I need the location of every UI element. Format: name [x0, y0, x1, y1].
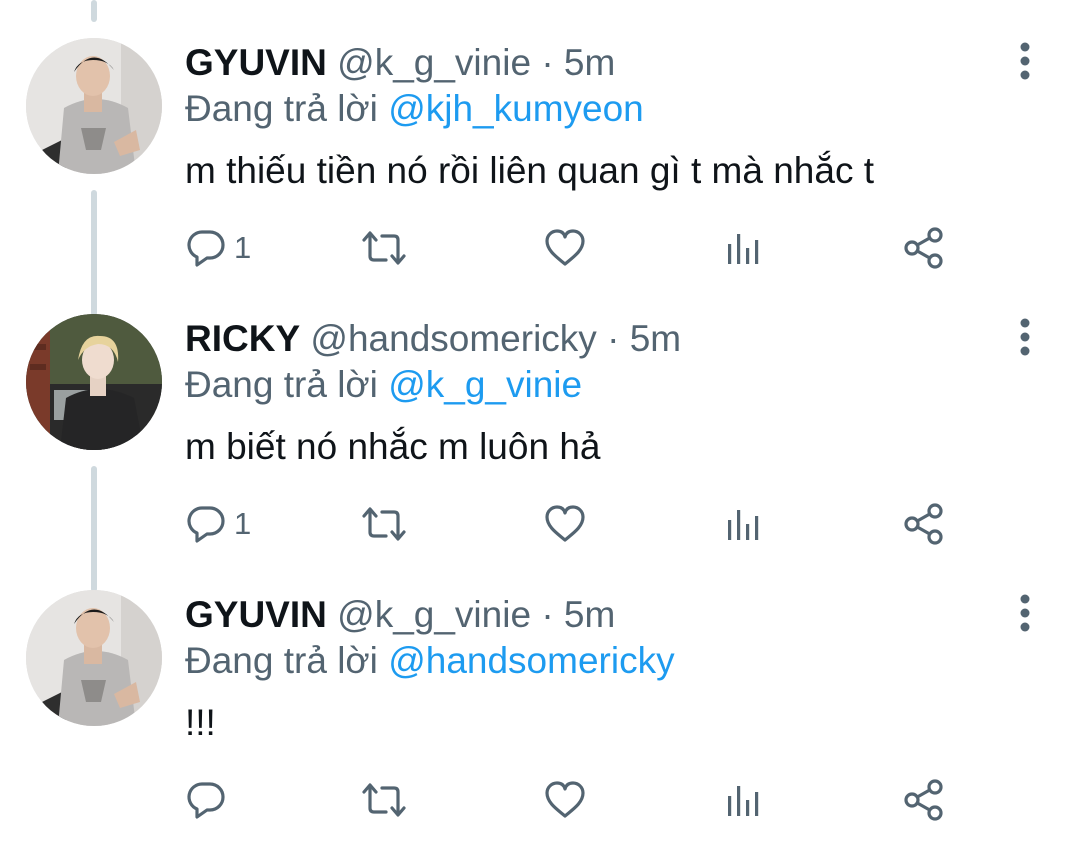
share-icon: [902, 226, 946, 270]
replying-to: Đang trả lời @k_g_vinie: [185, 362, 582, 408]
separator: ·: [541, 42, 554, 83]
reply-count: 1: [234, 506, 252, 541]
timestamp[interactable]: 5m: [564, 594, 615, 635]
more-icon[interactable]: [1008, 42, 1042, 80]
views-icon: [724, 504, 764, 544]
replying-to: Đang trả lời @handsomericky: [185, 638, 675, 684]
reply-icon: [186, 228, 226, 268]
retweet-icon: [360, 504, 408, 544]
replying-to: Đang trả lời @kjh_kumyeon: [185, 86, 644, 132]
share-button[interactable]: [902, 778, 946, 822]
like-button[interactable]: [544, 778, 586, 822]
display-name[interactable]: GYUVIN: [185, 594, 327, 635]
more-icon[interactable]: [1008, 318, 1042, 356]
like-button[interactable]: [544, 502, 586, 546]
tweet-header: RICKY @handsomericky · 5m: [185, 316, 681, 362]
reply-icon: [186, 780, 226, 820]
retweet-button[interactable]: [360, 502, 408, 546]
share-button[interactable]: [902, 226, 946, 270]
tweet[interactable]: GYUVIN @k_g_vinie · 5m Đang trả lời @han…: [0, 552, 1080, 828]
timestamp[interactable]: 5m: [630, 318, 681, 359]
like-icon: [544, 504, 586, 544]
avatar[interactable]: [26, 590, 162, 726]
tweet[interactable]: RICKY @handsomericky · 5m Đang trả lời @…: [0, 276, 1080, 552]
timestamp[interactable]: 5m: [564, 42, 615, 83]
views-icon: [724, 228, 764, 268]
handle[interactable]: @k_g_vinie: [337, 42, 531, 83]
like-icon: [544, 228, 586, 268]
separator: ·: [541, 594, 554, 635]
avatar[interactable]: [26, 314, 162, 450]
avatar[interactable]: [26, 38, 162, 174]
tweet-header: GYUVIN @k_g_vinie · 5m: [185, 592, 615, 638]
views-button[interactable]: [724, 778, 764, 822]
separator: ·: [607, 318, 620, 359]
tweet[interactable]: GYUVIN @k_g_vinie · 5m Đang trả lời @kjh…: [0, 0, 1080, 276]
like-button[interactable]: [544, 226, 586, 270]
tweet-text: m thiếu tiền nó rồi liên quan gì t mà nh…: [185, 150, 875, 191]
replying-prefix: Đang trả lời: [185, 640, 378, 681]
action-bar: [0, 778, 1080, 822]
action-bar: 1: [0, 502, 1080, 546]
views-button[interactable]: [724, 502, 764, 546]
tweet-header: GYUVIN @k_g_vinie · 5m: [185, 40, 615, 86]
replying-mention[interactable]: @kjh_kumyeon: [388, 88, 644, 129]
share-button[interactable]: [902, 502, 946, 546]
action-bar: 1: [0, 226, 1080, 270]
display-name[interactable]: RICKY: [185, 318, 300, 359]
share-icon: [902, 502, 946, 546]
views-icon: [724, 780, 764, 820]
reply-button[interactable]: 1: [186, 226, 251, 270]
retweet-button[interactable]: [360, 226, 408, 270]
views-button[interactable]: [724, 226, 764, 270]
tweet-text: m biết nó nhắc m luôn hả: [185, 426, 601, 467]
reply-button[interactable]: [186, 778, 234, 822]
retweet-icon: [360, 780, 408, 820]
share-icon: [902, 778, 946, 822]
like-icon: [544, 780, 586, 820]
reply-icon: [186, 504, 226, 544]
handle[interactable]: @k_g_vinie: [337, 594, 531, 635]
replying-prefix: Đang trả lời: [185, 364, 378, 405]
reply-count: 1: [234, 230, 252, 265]
handle[interactable]: @handsomericky: [310, 318, 596, 359]
replying-prefix: Đang trả lời: [185, 88, 378, 129]
retweet-button[interactable]: [360, 778, 408, 822]
tweet-text: !!!: [185, 702, 216, 743]
more-icon[interactable]: [1008, 594, 1042, 632]
reply-button[interactable]: 1: [186, 502, 251, 546]
replying-mention[interactable]: @k_g_vinie: [388, 364, 582, 405]
replying-mention[interactable]: @handsomericky: [388, 640, 674, 681]
retweet-icon: [360, 228, 408, 268]
display-name[interactable]: GYUVIN: [185, 42, 327, 83]
